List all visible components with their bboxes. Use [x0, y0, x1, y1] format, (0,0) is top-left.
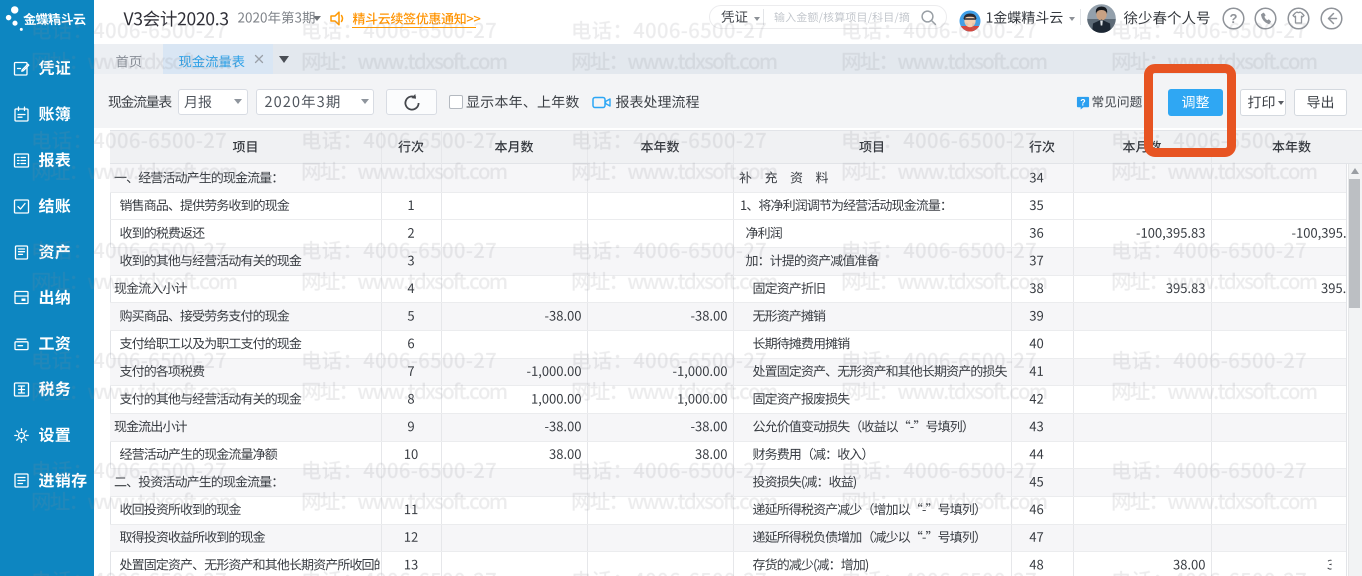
svg-text:?: ? [1230, 11, 1238, 26]
svg-text:?: ? [1080, 97, 1085, 107]
